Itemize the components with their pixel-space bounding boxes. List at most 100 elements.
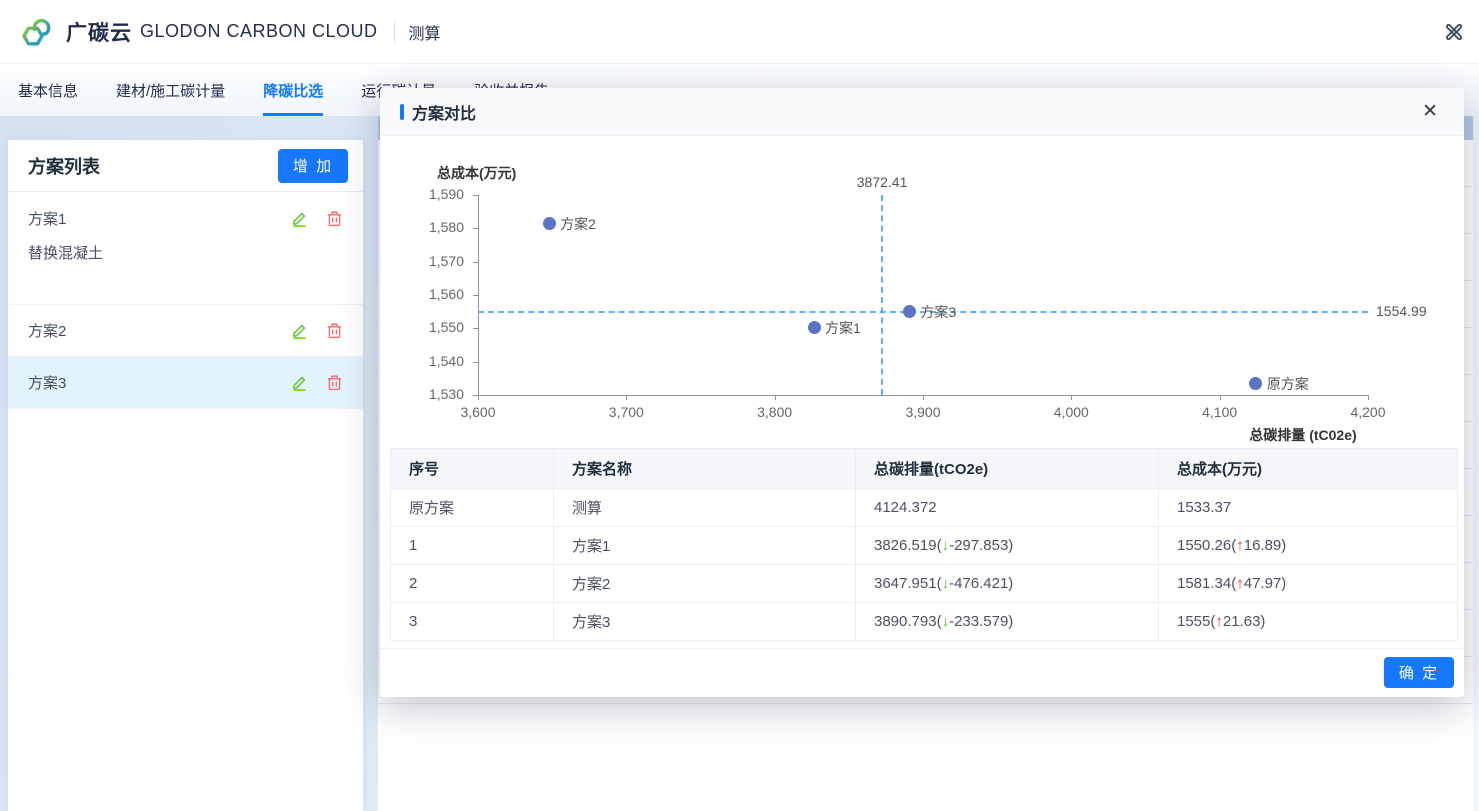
x-tick-label: 4,000 <box>1041 404 1101 420</box>
table-row: 原方案测算4124.3721533.37 <box>391 489 1458 527</box>
add-scheme-button[interactable]: 增 加 <box>278 149 348 183</box>
scatter-point-label: 方案1 <box>825 318 861 338</box>
up-arrow-icon: ↑ <box>1236 575 1244 592</box>
scatter-point-方案3[interactable] <box>903 305 916 318</box>
up-arrow-icon: ↑ <box>1236 537 1244 554</box>
close-icon[interactable]: ✕ <box>1416 102 1444 121</box>
y-axis-tick <box>473 295 478 296</box>
cell-cost: 1550.26(↑16.89) <box>1159 527 1458 565</box>
cell-name: 方案1 <box>554 527 856 565</box>
scatter-point-label: 方案2 <box>560 214 596 234</box>
table-row: 3方案33890.793(↓-233.579)1555(↑21.63) <box>391 603 1458 641</box>
scheme-list-item-2[interactable]: 方案2 <box>8 305 363 357</box>
x-axis-tick <box>478 395 479 400</box>
y-tick-label: 1,580 <box>412 219 464 235</box>
scheme-list-title: 方案列表 <box>28 153 100 179</box>
cell-name: 方案3 <box>554 603 856 641</box>
modal-footer: 确 定 <box>380 648 1464 697</box>
scheme-list-panel: 方案列表 增 加 方案1替换混凝土方案2 方案3 <box>8 140 363 811</box>
header-divider <box>394 21 395 43</box>
scheme-list-item-3[interactable]: 方案3 <box>8 357 363 409</box>
top-bar: 广碳云 GLODON CARBON CLOUD 测算 <box>0 0 1479 64</box>
tab-1[interactable]: 基本信息 <box>18 64 78 116</box>
scheme-row: 方案3 <box>28 372 343 393</box>
cell-seq: 1 <box>391 527 554 565</box>
cell-cost: 1533.37 <box>1159 489 1458 527</box>
confirm-button[interactable]: 确 定 <box>1384 657 1454 688</box>
edit-pencil-icon[interactable] <box>291 210 308 227</box>
x-tick-label: 4,100 <box>1190 404 1250 420</box>
avg-y-label: 1554.99 <box>1376 303 1427 319</box>
module-name: 测算 <box>409 20 441 44</box>
scheme-name: 方案3 <box>28 372 66 393</box>
table-header-row: 序号方案名称总碳排量(tCO2e)总成本(万元) <box>391 449 1458 489</box>
up-arrow-icon: ↑ <box>1215 613 1223 630</box>
y-axis-line <box>478 195 479 395</box>
down-arrow-icon: ↓ <box>942 537 950 554</box>
x-tick-label: 3,900 <box>893 404 953 420</box>
scheme-item-actions <box>291 374 343 391</box>
scatter-point-方案2[interactable] <box>543 217 556 230</box>
y-tick-label: 1,550 <box>412 319 464 335</box>
y-tick-label: 1,570 <box>412 253 464 269</box>
x-tick-label: 4,200 <box>1338 404 1398 420</box>
x-axis-tick <box>626 395 627 400</box>
y-tick-label: 1,560 <box>412 286 464 302</box>
table-header-cell: 总成本(万元) <box>1159 449 1458 489</box>
cell-carbon: 4124.372 <box>856 489 1159 527</box>
x-axis-tick <box>1368 395 1369 400</box>
delete-trash-icon[interactable] <box>326 210 343 227</box>
x-axis-tick <box>1220 395 1221 400</box>
brand-name-en: GLODON CARBON CLOUD <box>140 21 378 42</box>
modal-title: 方案对比 <box>412 100 476 124</box>
pencil-ruler-icon[interactable] <box>1443 21 1465 43</box>
scatter-point-原方案[interactable] <box>1249 377 1262 390</box>
scatter-point-方案1[interactable] <box>808 321 821 334</box>
x-tick-label: 3,700 <box>596 404 656 420</box>
page: 广碳云 GLODON CARBON CLOUD 测算 基本信息建材/施工碳计量降… <box>0 0 1479 811</box>
y-axis-tick <box>473 262 478 263</box>
y-axis-tick <box>473 362 478 363</box>
scheme-item-actions <box>291 322 343 339</box>
y-axis-tick <box>473 195 478 196</box>
edit-pencil-icon[interactable] <box>291 322 308 339</box>
cell-carbon: 3890.793(↓-233.579) <box>856 603 1159 641</box>
scatter-point-label: 方案3 <box>920 302 956 322</box>
y-tick-label: 1,590 <box>412 186 464 202</box>
brand-name-cn: 广碳云 <box>66 17 132 47</box>
table-header-cell: 序号 <box>391 449 554 489</box>
cell-seq: 3 <box>391 603 554 641</box>
scheme-row: 方案1 <box>28 208 343 229</box>
tab-3[interactable]: 降碳比选 <box>263 64 323 116</box>
scheme-compare-modal: 方案对比 ✕ 1,5301,5401,5501,5601,5701,5801,5… <box>380 88 1464 697</box>
delete-trash-icon[interactable] <box>326 374 343 391</box>
scatter-point-label: 原方案 <box>1267 374 1309 394</box>
delete-trash-icon[interactable] <box>326 322 343 339</box>
cell-name: 测算 <box>554 489 856 527</box>
tab-2[interactable]: 建材/施工碳计量 <box>116 64 225 116</box>
avg-x-label: 3872.41 <box>842 174 922 190</box>
edit-pencil-icon[interactable] <box>291 374 308 391</box>
table-row: 1方案13826.519(↓-297.853)1550.26(↑16.89) <box>391 527 1458 565</box>
y-axis-title: 总成本(万元) <box>437 163 516 183</box>
title-accent-bar <box>400 104 404 120</box>
scheme-name: 方案2 <box>28 320 66 341</box>
table-header-cell: 总碳排量(tCO2e) <box>856 449 1159 489</box>
scatter-chart: 1,530 1,540 1,550 1,560 1,570 1,580 1,590 3,600… <box>380 136 1464 448</box>
cell-name: 方案2 <box>554 565 856 603</box>
down-arrow-icon: ↓ <box>942 575 950 592</box>
cell-carbon: 3826.519(↓-297.853) <box>856 527 1159 565</box>
scheme-item-actions <box>291 210 343 227</box>
y-tick-label: 1,540 <box>412 353 464 369</box>
cell-cost: 1555(↑21.63) <box>1159 603 1458 641</box>
table-header-cell: 方案名称 <box>554 449 856 489</box>
x-axis-title: 总碳排量 (tC02e) <box>1223 425 1383 445</box>
down-arrow-icon: ↓ <box>942 613 950 630</box>
modal-header: 方案对比 ✕ <box>380 88 1464 136</box>
y-tick-label: 1,530 <box>412 386 464 402</box>
scheme-row: 方案2 <box>28 320 343 341</box>
scheme-list-item-1[interactable]: 方案1替换混凝土 <box>8 192 363 305</box>
x-axis-tick <box>775 395 776 400</box>
x-tick-label: 3,600 <box>448 404 508 420</box>
cell-cost: 1581.34(↑47.97) <box>1159 565 1458 603</box>
